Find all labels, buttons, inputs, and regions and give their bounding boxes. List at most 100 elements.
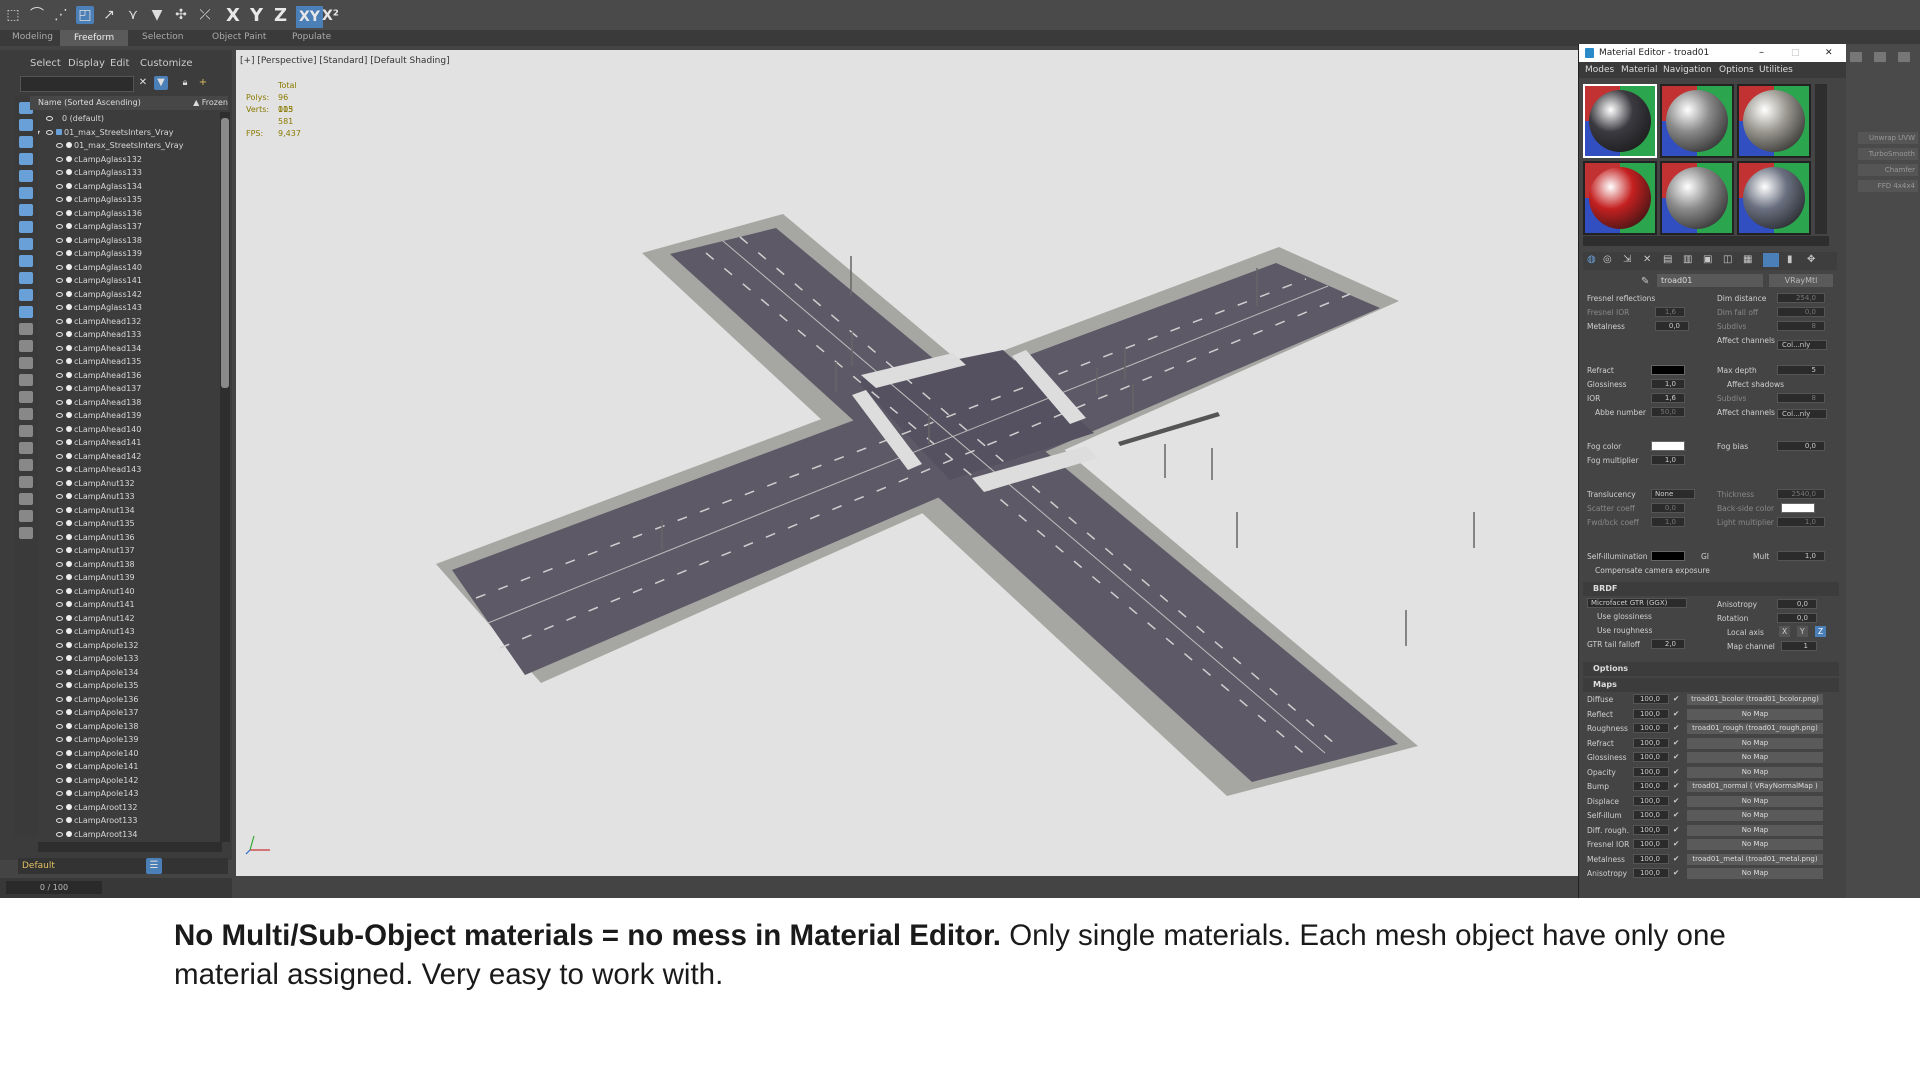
visibility-eye-icon[interactable]	[56, 413, 63, 418]
explorer-filter-icon[interactable]	[19, 204, 33, 216]
scene-object-row[interactable]: cLampApole141	[38, 760, 224, 774]
scene-object-row[interactable]: cLampAhead141	[38, 436, 224, 450]
region-select-icon[interactable]: ⋰	[52, 6, 70, 24]
axis-x-toggle[interactable]: X	[1779, 626, 1791, 637]
explorer-filter-icon[interactable]	[19, 170, 33, 182]
explorer-scroll-thumb[interactable]	[221, 118, 229, 388]
scene-object-row[interactable]: cLampAhead134	[38, 342, 224, 356]
map-enabled-checkbox[interactable]: ✔	[1673, 694, 1679, 703]
explorer-filter-icon[interactable]	[19, 187, 33, 199]
scene-object-row[interactable]: cLampAhead138	[38, 396, 224, 410]
affect-shadows-checkbox[interactable]: Affect shadows	[1727, 380, 1784, 389]
material-id-icon[interactable]: ◫	[1723, 254, 1732, 265]
map-slot-button[interactable]: No Map	[1687, 839, 1823, 850]
slots-scrollbar[interactable]	[1815, 84, 1827, 234]
map-enabled-checkbox[interactable]: ✔	[1673, 868, 1679, 877]
scatter-coeff-spinner[interactable]: 0,0	[1651, 503, 1685, 513]
map-slot-button[interactable]: No Map	[1687, 737, 1823, 749]
compensate-camera-checkbox[interactable]: Compensate camera exposure	[1595, 566, 1710, 575]
brdf-rollout-header[interactable]: BRDF	[1583, 582, 1839, 596]
visibility-eye-icon[interactable]	[56, 332, 63, 337]
add-layer-icon[interactable]: +	[196, 76, 210, 90]
anisotropy-spinner[interactable]: 0,0	[1777, 599, 1817, 609]
dim-falloff-spinner[interactable]: 0,0	[1777, 307, 1825, 317]
go-to-parent-icon[interactable]: ▮	[1787, 254, 1793, 265]
visibility-eye-icon[interactable]	[56, 737, 63, 742]
scale-icon[interactable]: ⋎	[124, 6, 142, 24]
explorer-filter-icon[interactable]	[19, 391, 33, 403]
abbe-number-checkbox[interactable]: Abbe number	[1595, 408, 1646, 417]
axis-xy2-button[interactable]: X²	[322, 5, 339, 27]
scene-object-row[interactable]: cLampAroot132	[38, 801, 224, 815]
show-map-icon[interactable]: ▦	[1743, 254, 1752, 265]
map-amount-spinner[interactable]: 100,0	[1633, 868, 1669, 878]
scene-object-row[interactable]: cLampAglass139	[38, 247, 224, 261]
visibility-eye-icon[interactable]	[56, 251, 63, 256]
explorer-filter-icon[interactable]	[19, 119, 33, 131]
scene-object-row[interactable]: cLampAglass143	[38, 301, 224, 315]
map-slot-button[interactable]: troad01_bcolor (troad01_bcolor.png)	[1687, 694, 1823, 705]
subdivs-spinner[interactable]: 8	[1777, 321, 1825, 331]
visibility-eye-icon[interactable]	[56, 224, 63, 229]
menu-utilities[interactable]: Utilities	[1759, 65, 1793, 75]
show-shaded-icon[interactable]	[1763, 253, 1779, 267]
turbosmooth-button[interactable]: TurboSmooth	[1858, 148, 1918, 160]
thickness-spinner[interactable]: 2540,0	[1777, 489, 1825, 499]
explorer-filter-icon[interactable]	[19, 510, 33, 522]
scene-object-row[interactable]: cLampAnut134	[38, 504, 224, 518]
fog-bias-spinner[interactable]: 0,0	[1777, 441, 1825, 451]
visibility-eye-icon[interactable]	[56, 197, 63, 202]
map-enabled-checkbox[interactable]: ✔	[1673, 723, 1679, 732]
material-slot-grey[interactable]	[1660, 161, 1734, 235]
visibility-eye-icon[interactable]	[56, 426, 63, 432]
minimize-button[interactable]: –	[1759, 44, 1764, 62]
scene-object-row[interactable]: cLampAnut142	[38, 612, 224, 626]
map-amount-spinner[interactable]: 100,0	[1633, 694, 1669, 704]
chamfer-button[interactable]: Chamfer	[1858, 164, 1918, 176]
map-amount-spinner[interactable]: 100,0	[1633, 708, 1669, 719]
column-header[interactable]: Name (Sorted Ascending) ▲ Frozen	[30, 96, 228, 110]
scene-object-row[interactable]: cLampAglass134	[38, 180, 224, 194]
gi-checkbox[interactable]: GI	[1701, 552, 1709, 561]
visibility-eye-icon[interactable]	[56, 237, 63, 243]
map-slot-button[interactable]: No Map	[1687, 868, 1823, 879]
visibility-eye-icon[interactable]	[56, 372, 63, 378]
affect-channels-dropdown[interactable]: Col...nly	[1777, 340, 1827, 350]
put-to-library-icon[interactable]: ▣	[1703, 254, 1712, 265]
close-button[interactable]: ✕	[1825, 44, 1833, 62]
menu-select[interactable]: Select	[30, 58, 61, 69]
explorer-filter-icon[interactable]	[19, 255, 33, 267]
mult-spinner[interactable]: 1,0	[1777, 551, 1825, 561]
map-slot-button[interactable]: troad01_rough (troad01_rough.png)	[1687, 723, 1823, 734]
map-amount-spinner[interactable]: 100,0	[1633, 781, 1669, 791]
scene-object-row[interactable]: cLampApole138	[38, 720, 224, 734]
visibility-eye-icon[interactable]	[56, 723, 63, 729]
scene-object-row[interactable]: cLampAnut143	[38, 625, 224, 639]
pick-material-icon[interactable]: ✎	[1641, 276, 1649, 287]
subdivs2-spinner[interactable]: 8	[1777, 393, 1825, 403]
maps-rollout-header[interactable]: Maps	[1583, 678, 1839, 692]
explorer-filter-icon[interactable]	[19, 272, 33, 284]
map-slot-button[interactable]: No Map	[1687, 824, 1823, 836]
road-intersection-model[interactable]	[236, 50, 1578, 876]
scene-object-row[interactable]: cLampApole139	[38, 733, 224, 747]
scene-object-row[interactable]: cLampAnut133	[38, 490, 224, 504]
fresnel-ior-spinner[interactable]: 1,6	[1655, 307, 1685, 317]
self-illumination-swatch[interactable]	[1651, 551, 1685, 561]
make-copy-icon[interactable]: ▤	[1663, 254, 1672, 265]
visibility-eye-icon[interactable]	[56, 467, 63, 472]
tab-populate[interactable]: Populate	[292, 32, 331, 42]
time-slider-frame[interactable]: 0 / 100	[6, 881, 102, 894]
visibility-eye-icon[interactable]	[46, 116, 53, 121]
map-slot-button[interactable]: troad01_normal ( VRayNormalMap )	[1687, 781, 1823, 792]
brdf-type-dropdown[interactable]: Microfacet GTR (GGX)	[1587, 598, 1687, 608]
scene-object-row[interactable]: cLampApole135	[38, 679, 224, 693]
map-enabled-checkbox[interactable]: ✔	[1673, 709, 1679, 718]
scene-object-row[interactable]: cLampAglass132	[38, 153, 224, 167]
lock-icon[interactable]: 🔒︎	[178, 76, 192, 90]
explorer-filter-icon[interactable]	[19, 357, 33, 369]
clear-icon[interactable]: ✕	[136, 76, 150, 90]
map-enabled-checkbox[interactable]: ✔	[1673, 796, 1679, 805]
map-amount-spinner[interactable]: 100,0	[1633, 752, 1669, 762]
scene-object-row[interactable]: cLampAhead142	[38, 450, 224, 464]
